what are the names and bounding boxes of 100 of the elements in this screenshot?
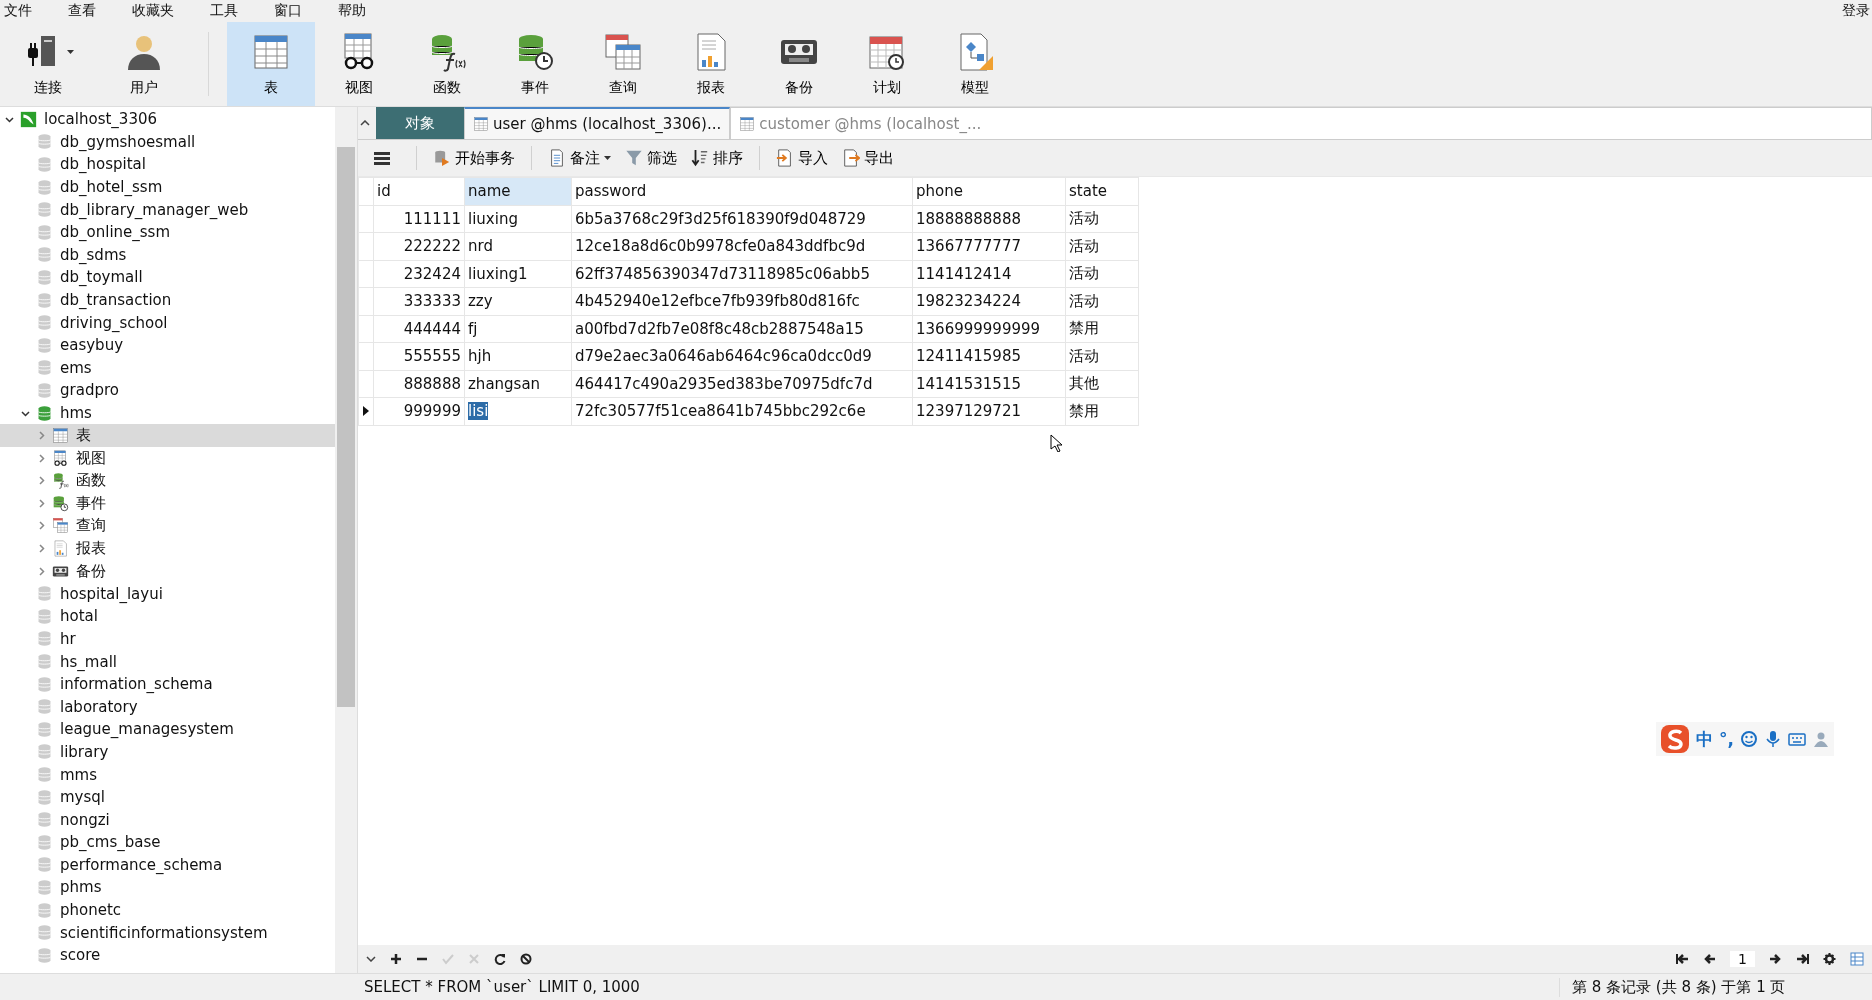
tree-item[interactable]: phonetc (0, 898, 335, 922)
first-page-icon[interactable] (1676, 953, 1690, 965)
tree-item[interactable]: 备份 (0, 559, 335, 583)
keyboard-icon[interactable] (1787, 730, 1806, 748)
table-cell[interactable]: 6b5a3768c29f3d25f618390f9d048729 (571, 205, 913, 233)
expand-chevron-icon[interactable] (36, 476, 46, 486)
page-number-field[interactable]: 1 (1730, 951, 1755, 967)
column-header[interactable]: state (1065, 177, 1139, 205)
smiley-icon[interactable] (1739, 730, 1758, 748)
toolbar-button[interactable]: 模型 (931, 22, 1019, 106)
table-cell[interactable]: 888888 (373, 370, 465, 398)
toolbar-button[interactable]: 查询 (579, 22, 667, 106)
tree-item[interactable]: mms (0, 763, 335, 786)
scrollbar[interactable] (335, 107, 357, 973)
input-mode-text[interactable]: 中 (1696, 727, 1713, 751)
row-marker[interactable] (358, 370, 374, 398)
tree-item[interactable]: library (0, 740, 335, 764)
settings-icon[interactable] (1823, 953, 1836, 965)
stop-icon[interactable] (520, 953, 532, 965)
tree-item[interactable]: hr (0, 627, 335, 651)
table-cell[interactable]: 13667777777 (912, 232, 1066, 260)
table-cell[interactable]: liuxing (464, 205, 572, 233)
next-page-icon[interactable] (1769, 953, 1782, 965)
toolbar-button[interactable]: 排序 (687, 146, 747, 170)
collapse-chevron-icon[interactable] (4, 114, 14, 124)
toolbar-button[interactable]: 导入 (772, 146, 832, 170)
row-marker[interactable] (358, 287, 374, 315)
tree-item[interactable]: db_toymall (0, 266, 335, 289)
expand-chevron-icon[interactable] (36, 521, 46, 531)
table-cell[interactable]: 活动 (1065, 342, 1139, 370)
toolbar-button[interactable]: 报表 (667, 22, 755, 106)
punctuation-mode-text[interactable]: °, (1719, 729, 1734, 749)
table-cell[interactable]: nrd (464, 232, 572, 260)
tree-item[interactable]: nongzi (0, 808, 335, 831)
tree-item[interactable]: phms (0, 876, 335, 899)
tree-item[interactable]: mysql (0, 785, 335, 809)
table-cell[interactable]: 12411415985 (912, 342, 1066, 370)
tree-item[interactable]: performance_schema (0, 853, 335, 877)
table-cell[interactable]: 111111 (373, 205, 465, 233)
toolbar-button[interactable]: 筛选 (621, 146, 681, 170)
toolbar-button[interactable]: 函数 (403, 22, 491, 106)
row-marker[interactable] (358, 205, 374, 233)
column-header[interactable]: name (464, 177, 572, 205)
table-cell[interactable]: 444444 (373, 315, 465, 343)
toolbar-button[interactable]: 视图 (315, 22, 403, 106)
add-icon[interactable] (390, 953, 402, 965)
table-cell[interactable]: 活动 (1065, 205, 1139, 233)
person-icon[interactable] (1811, 730, 1830, 748)
table-cell[interactable]: 活动 (1065, 232, 1139, 260)
column-header[interactable]: password (571, 177, 913, 205)
row-marker[interactable] (358, 342, 374, 370)
s-logo-icon[interactable] (1660, 724, 1690, 754)
scroll-up-chevron-icon[interactable] (360, 120, 370, 126)
tree-item[interactable]: hospital_layui (0, 582, 335, 606)
table-cell[interactable]: zhangsan (464, 370, 572, 398)
tab[interactable]: user @hms (localhost_3306)... (464, 107, 731, 139)
toolbar-button[interactable]: 用户 (96, 22, 192, 106)
table-cell[interactable]: 活动 (1065, 287, 1139, 315)
menu-item[interactable]: 帮助 (336, 0, 378, 20)
menu-item[interactable]: 收藏夹 (130, 0, 186, 20)
tree-item[interactable]: db_library_manager_web (0, 198, 335, 221)
table-cell[interactable]: 232424 (373, 260, 465, 288)
tree-item[interactable]: localhost_3306 (0, 108, 335, 131)
previous-page-icon[interactable] (1703, 953, 1717, 965)
row-marker[interactable] (358, 232, 374, 260)
table-cell[interactable]: 62ff374856390347d73118985c06abb5 (571, 260, 913, 288)
table-cell[interactable]: 222222 (373, 232, 465, 260)
tree-item[interactable]: hms (0, 401, 335, 425)
caret-icon[interactable] (66, 50, 74, 54)
table-cell[interactable]: a00fbd7d2fb7e08f8c48cb2887548a15 (571, 315, 913, 343)
table-cell[interactable]: hjh (464, 342, 572, 370)
refresh-icon[interactable] (494, 953, 506, 965)
menu-item[interactable]: 查看 (66, 0, 108, 20)
toolbar-button[interactable]: 备份 (755, 22, 843, 106)
tree-item[interactable]: gradpro (0, 379, 335, 402)
tree-item[interactable]: laboratory (0, 695, 335, 719)
tree-item[interactable]: 查询 (0, 514, 335, 538)
table-cell[interactable]: 1366999999999 (912, 315, 1066, 343)
microphone-icon[interactable] (1763, 730, 1782, 748)
tree-item[interactable]: 报表 (0, 537, 335, 560)
tree-item[interactable]: pb_cms_base (0, 831, 335, 854)
table-cell[interactable]: 555555 (373, 342, 465, 370)
table-cell[interactable]: 14141531515 (912, 370, 1066, 398)
column-header[interactable]: phone (912, 177, 1066, 205)
tree-item[interactable]: information_schema (0, 672, 335, 696)
tree-item[interactable]: hs_mall (0, 650, 335, 673)
toolbar-button[interactable]: 导出 (838, 146, 898, 170)
collapse-chevron-icon[interactable] (20, 408, 30, 418)
row-marker[interactable] (358, 260, 374, 288)
tree-item[interactable]: db_hotel_ssm (0, 175, 335, 199)
login-link[interactable]: 登录 (1840, 0, 1872, 20)
row-marker[interactable] (358, 397, 374, 425)
table-cell[interactable]: lisi (464, 397, 572, 425)
table-cell[interactable]: 4b452940e12efbce7fb939fb80d816fc (571, 287, 913, 315)
expand-chevron-icon[interactable] (36, 431, 46, 441)
table-cell[interactable]: 19823234224 (912, 287, 1066, 315)
tree-item[interactable]: db_gymshoesmall (0, 130, 335, 154)
tree-item[interactable]: db_transaction (0, 288, 335, 312)
table-cell[interactable]: 12ce18a8d6c0b9978cfe0a843ddfbc9d (571, 232, 913, 260)
expand-chevron-icon[interactable] (36, 453, 46, 463)
